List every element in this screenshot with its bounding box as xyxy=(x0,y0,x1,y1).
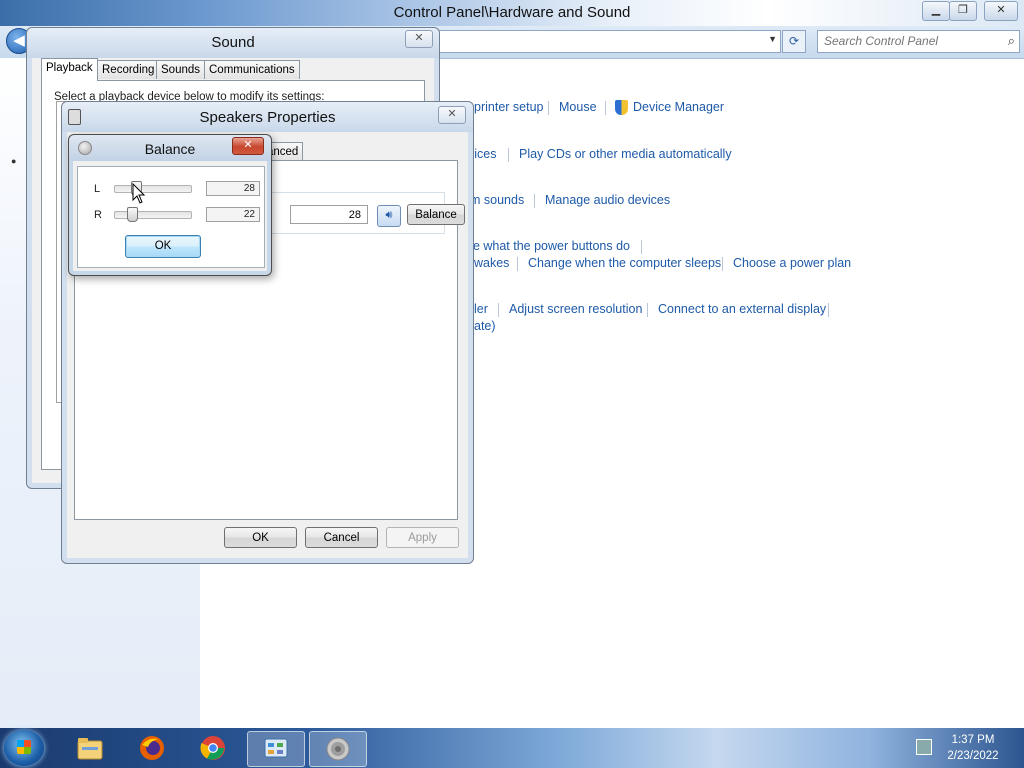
link-separator xyxy=(647,303,648,317)
left-channel-value[interactable]: 28 xyxy=(206,181,260,196)
taskbar-control-panel[interactable] xyxy=(247,731,305,767)
tab-communications[interactable]: Communications xyxy=(204,60,300,79)
link-separator xyxy=(548,101,549,115)
link-device-manager[interactable]: Device Manager xyxy=(633,100,724,114)
sound-titlebar[interactable]: Sound ✕ xyxy=(27,28,439,58)
link-printer-setup[interactable]: printer setup xyxy=(474,100,543,114)
right-channel-slider-thumb[interactable] xyxy=(126,207,138,222)
sound-close-button[interactable]: ✕ xyxy=(405,30,433,48)
search-input[interactable] xyxy=(824,34,994,48)
speaker-icon xyxy=(326,737,350,761)
apply-button[interactable]: Apply xyxy=(386,527,459,548)
tab-recording[interactable]: Recording xyxy=(97,60,160,79)
balance-button[interactable]: Balance xyxy=(407,204,465,225)
search-box[interactable]: ⌕ xyxy=(817,30,1020,53)
speakers-title: Speakers Properties xyxy=(199,109,336,126)
right-channel-value[interactable]: 22 xyxy=(206,207,260,222)
explorer-icon xyxy=(77,738,103,760)
restore-button[interactable]: ❐ xyxy=(949,1,977,21)
link-power-plan[interactable]: Choose a power plan xyxy=(733,256,851,270)
minimize-button[interactable]: ▁ xyxy=(922,1,950,21)
link-system-sounds-partial[interactable]: m sounds xyxy=(470,193,524,207)
link-separator xyxy=(517,257,518,271)
link-separator xyxy=(508,148,509,162)
taskbar-explorer[interactable] xyxy=(62,731,118,765)
link-screen-resolution[interactable]: Adjust screen resolution xyxy=(509,302,642,316)
control-panel-titlebar: Control Panel\Hardware and Sound ▁ ❐ ✕ xyxy=(0,0,1024,26)
link-separator xyxy=(722,257,723,271)
search-icon[interactable]: ⌕ xyxy=(1008,33,1015,49)
speakers-titlebar[interactable]: Speakers Properties ✕ xyxy=(62,102,473,132)
link-mouse[interactable]: Mouse xyxy=(559,100,597,114)
link-computer-sleeps[interactable]: Change when the computer sleeps xyxy=(528,256,721,270)
link-play-cds[interactable]: Play CDs or other media automatically xyxy=(519,147,732,161)
speakers-close-button[interactable]: ✕ xyxy=(438,106,466,124)
control-panel-icon xyxy=(264,738,288,758)
right-channel-slider-track[interactable] xyxy=(114,211,192,219)
link-manage-audio-devices[interactable]: Manage audio devices xyxy=(545,193,670,207)
taskbar xyxy=(0,728,1024,768)
speaker-mute-icon[interactable]: 🔊︎ xyxy=(377,205,401,227)
tab-sounds[interactable]: Sounds xyxy=(156,60,206,79)
right-channel-label: R xyxy=(94,209,102,221)
taskbar-sound[interactable] xyxy=(309,731,367,767)
link-power-buttons[interactable]: ge what the power buttons do xyxy=(466,239,630,253)
link-separator xyxy=(641,240,642,254)
chrome-icon xyxy=(200,736,225,760)
taskbar-chrome[interactable] xyxy=(185,731,241,765)
clock-date[interactable]: 2/23/2022 xyxy=(943,750,1003,762)
left-channel-label: L xyxy=(94,183,101,195)
cancel-button[interactable]: Cancel xyxy=(305,527,378,548)
network-icon[interactable] xyxy=(916,739,932,755)
link-ler-partial[interactable]: ler xyxy=(474,302,488,316)
address-bar[interactable]: ▼ xyxy=(436,30,781,53)
shield-icon xyxy=(615,100,628,115)
link-wakes[interactable]: wakes xyxy=(474,256,509,270)
link-ate-partial[interactable]: ate) xyxy=(474,319,496,333)
close-button[interactable]: ✕ xyxy=(984,1,1018,21)
balance-ok-button[interactable]: OK xyxy=(125,235,201,258)
ok-button[interactable]: OK xyxy=(224,527,297,548)
link-separator xyxy=(498,303,499,317)
refresh-icon[interactable]: ⟳ xyxy=(782,30,806,53)
window-title: Control Panel\Hardware and Sound xyxy=(393,4,631,21)
nav-bullet: ● xyxy=(11,156,17,166)
sound-title: Sound xyxy=(211,34,255,51)
balance-dialog: Balance ✕ L 28 R 22 OK xyxy=(68,134,272,276)
mouse-cursor-icon xyxy=(132,183,146,204)
firefox-icon xyxy=(140,736,164,760)
balance-titlebar[interactable]: Balance ✕ xyxy=(69,135,271,161)
left-channel-slider-track[interactable] xyxy=(114,185,192,193)
chevron-down-icon[interactable]: ▼ xyxy=(768,34,777,44)
taskbar-firefox[interactable] xyxy=(124,731,180,765)
windows-logo-icon xyxy=(17,740,31,754)
clock-time[interactable]: 1:37 PM xyxy=(943,734,1003,746)
start-button[interactable] xyxy=(4,730,44,766)
link-separator xyxy=(534,194,535,208)
link-separator xyxy=(828,303,829,317)
level-value-field[interactable]: 28 xyxy=(290,205,368,224)
balance-close-button[interactable]: ✕ xyxy=(232,137,264,155)
link-external-display[interactable]: Connect to an external display xyxy=(658,302,826,316)
tab-playback[interactable]: Playback xyxy=(41,58,98,81)
link-separator xyxy=(605,101,606,115)
